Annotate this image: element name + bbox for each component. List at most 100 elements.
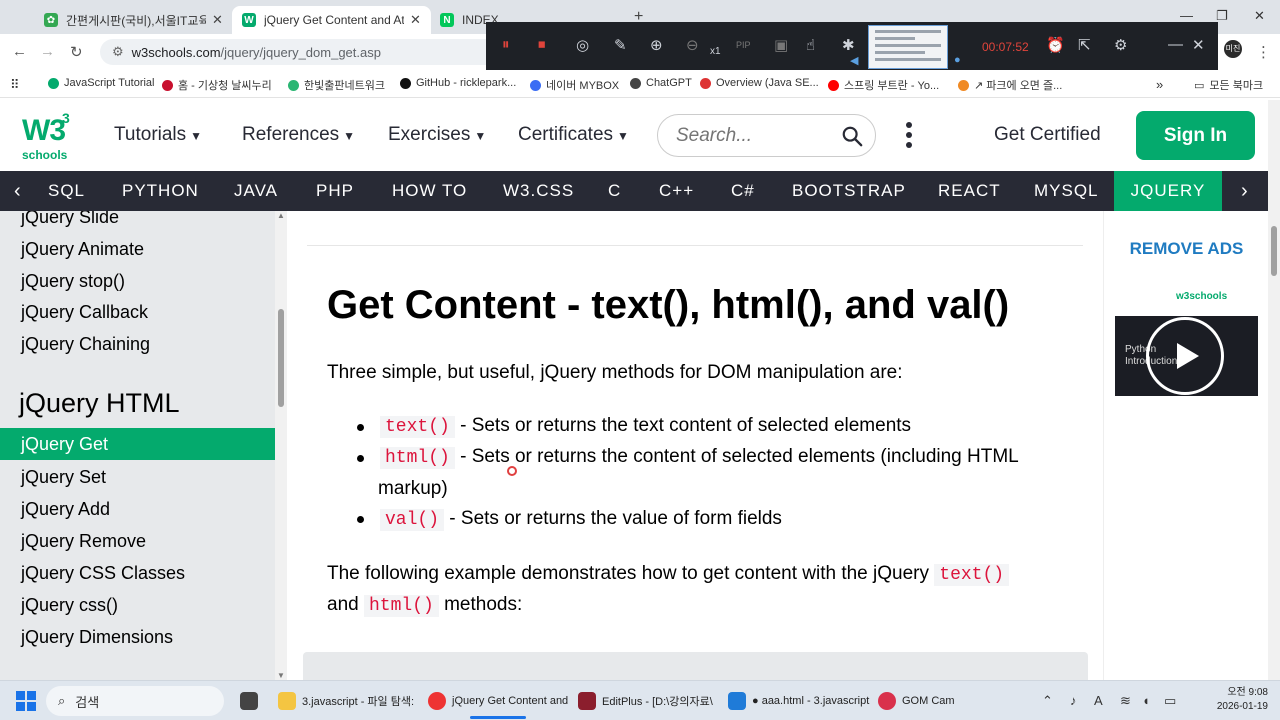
sidebar-item-dimensions[interactable]: jQuery Dimensions bbox=[21, 627, 173, 648]
taskbar-clock[interactable]: 오전 9:08 2026-01-19 bbox=[1188, 686, 1268, 714]
bookmark-item[interactable]: 한빛출판네트워크 bbox=[288, 77, 385, 93]
browser-tab[interactable]: ✿ 간편게시판(국비),서울IT교육센 ✕ bbox=[34, 6, 233, 34]
bookmark-item[interactable]: ChatGPT bbox=[630, 77, 692, 89]
get-certified-link[interactable]: Get Certified bbox=[994, 124, 1101, 146]
lang-mysql[interactable]: MYSQL bbox=[1034, 171, 1099, 211]
speaker-icon[interactable]: ◀ bbox=[850, 54, 858, 67]
sidebar-item-css[interactable]: jQuery css() bbox=[21, 595, 118, 616]
scrollbar-thumb[interactable] bbox=[1271, 226, 1277, 276]
bookmark-item[interactable]: 홈 - 기상청 날씨누리 bbox=[162, 77, 272, 93]
page-scrollbar[interactable] bbox=[1268, 100, 1280, 680]
sidebar-item-animate[interactable]: jQuery Animate bbox=[21, 239, 144, 260]
bookmark-item[interactable]: GitHub - ricklepark... bbox=[400, 77, 516, 89]
settings-icon[interactable]: ⚙ bbox=[1114, 36, 1127, 54]
browser-menu-icon[interactable]: ⋮ bbox=[1256, 43, 1271, 61]
profile-avatar[interactable]: 미진 bbox=[1224, 40, 1242, 58]
sidebar-item-set[interactable]: jQuery Set bbox=[21, 467, 106, 488]
menu-tutorials[interactable]: Tutorials ▼ bbox=[114, 124, 202, 146]
click-effect-icon[interactable]: ☝ bbox=[806, 36, 815, 54]
sidebar-item-slide[interactable]: jQuery Slide bbox=[21, 211, 119, 228]
browser-tab-active[interactable]: W jQuery Get Content and Attrib ✕ bbox=[232, 6, 431, 34]
lang-csharp[interactable]: C# bbox=[731, 171, 755, 211]
taskbar-search[interactable]: ⌕ 검색 bbox=[46, 686, 224, 716]
lang-jquery[interactable]: JQUERY bbox=[1114, 171, 1222, 211]
taskbar-app-gomcam[interactable]: GOM Cam bbox=[878, 681, 955, 720]
screenshot-icon[interactable]: ◎ bbox=[576, 36, 589, 54]
remove-ads-link[interactable]: REMOVE ADS bbox=[1104, 239, 1269, 259]
sign-in-button[interactable]: Sign In bbox=[1136, 111, 1255, 160]
menu-references[interactable]: References ▼ bbox=[242, 124, 355, 146]
taskbar-app-editplus[interactable]: EditPlus - [D:\강의자료\ bbox=[578, 681, 713, 720]
site-info-icon[interactable]: ⚙ bbox=[112, 44, 124, 60]
stop-record-icon[interactable]: ⏹ bbox=[538, 36, 546, 53]
lang-c[interactable]: C bbox=[608, 171, 621, 211]
lang-react[interactable]: REACT bbox=[938, 171, 1001, 211]
menu-certificates[interactable]: Certificates ▼ bbox=[518, 124, 629, 146]
more-options-icon[interactable] bbox=[904, 122, 914, 148]
bookmark-item[interactable]: JavaScript Tutorial bbox=[48, 77, 154, 89]
search-icon[interactable] bbox=[841, 125, 863, 147]
sidebar-item-css-classes[interactable]: jQuery CSS Classes bbox=[21, 563, 185, 584]
bookmark-item[interactable]: Overview (Java SE... bbox=[700, 77, 819, 89]
w3schools-logo[interactable]: W3 3 schools bbox=[22, 110, 74, 162]
close-tab-icon[interactable]: ✕ bbox=[212, 12, 223, 28]
bookmark-item[interactable]: 스프링 부트란 - Yo... bbox=[828, 77, 939, 93]
sidebar-item-get[interactable]: jQuery Get bbox=[0, 428, 275, 460]
close-tab-icon[interactable]: ✕ bbox=[410, 12, 421, 28]
sidebar-item-chaining[interactable]: jQuery Chaining bbox=[21, 334, 150, 355]
bookmark-item[interactable]: ↗ 파크에 오면 즐... bbox=[958, 77, 1062, 93]
scroll-left-icon[interactable]: ‹ bbox=[14, 171, 21, 211]
minimize-window-icon[interactable]: — bbox=[1180, 8, 1193, 23]
scroll-right-icon[interactable]: › bbox=[1241, 171, 1248, 211]
close-recorder-icon[interactable]: ✕ bbox=[1192, 36, 1205, 54]
close-window-icon[interactable]: ✕ bbox=[1254, 8, 1265, 24]
scrollbar-thumb[interactable] bbox=[278, 309, 284, 407]
wifi-icon[interactable]: ≋ bbox=[1120, 693, 1131, 709]
ad-video[interactable]: Python Introduction bbox=[1115, 316, 1258, 396]
taskbar-app-vscode[interactable]: ● aaa.html - 3.javascript bbox=[728, 681, 869, 720]
sidebar-item-add[interactable]: jQuery Add bbox=[21, 499, 110, 520]
lang-python[interactable]: PYTHON bbox=[122, 171, 199, 211]
search-input[interactable] bbox=[676, 125, 836, 147]
task-view-icon[interactable] bbox=[240, 681, 264, 720]
ime-icon[interactable]: A bbox=[1094, 693, 1103, 708]
back-icon[interactable]: ← bbox=[12, 43, 27, 60]
zoom-out-icon[interactable]: ⊖ bbox=[686, 36, 699, 54]
lang-sql[interactable]: SQL bbox=[48, 171, 85, 211]
all-bookmarks-folder[interactable]: ▭ 모든 북마크 bbox=[1194, 77, 1263, 93]
lang-java[interactable]: JAVA bbox=[234, 171, 278, 211]
pip-label[interactable]: PIP bbox=[736, 40, 751, 50]
taskbar-app-chrome[interactable]: jQuery Get Content and bbox=[428, 681, 568, 720]
lang-bootstrap[interactable]: BOOTSTRAP bbox=[792, 171, 906, 211]
bookmark-item[interactable]: 네이버 MYBOX bbox=[530, 77, 619, 93]
microphone-tray-icon[interactable]: ♪ bbox=[1070, 693, 1077, 708]
minimize-recorder-icon[interactable]: — bbox=[1168, 36, 1183, 53]
sidebar-scrollbar[interactable]: ▲ ▼ bbox=[275, 211, 287, 680]
scroll-up-icon[interactable]: ▲ bbox=[277, 211, 285, 220]
play-icon[interactable] bbox=[1146, 317, 1224, 395]
reload-icon[interactable]: ↻ bbox=[70, 43, 83, 61]
battery-icon[interactable]: ▭ bbox=[1164, 693, 1176, 709]
address-bar[interactable]: ⚙ w3schools.com /jquery/jquery_dom_get.a… bbox=[100, 39, 520, 65]
cursor-effect-icon[interactable]: ✱ bbox=[842, 36, 855, 54]
sidebar-item-stop[interactable]: jQuery stop() bbox=[21, 271, 125, 292]
alarm-icon[interactable]: ⏰ bbox=[1046, 36, 1065, 54]
sidebar-item-remove[interactable]: jQuery Remove bbox=[21, 531, 146, 552]
volume-icon[interactable]: ◖ bbox=[1142, 693, 1150, 708]
tray-overflow-icon[interactable]: ⌃ bbox=[1042, 693, 1053, 709]
more-bookmarks-icon[interactable]: » bbox=[1156, 77, 1163, 92]
forward-icon[interactable]: → bbox=[40, 43, 55, 60]
lang-php[interactable]: PHP bbox=[316, 171, 354, 211]
pause-record-icon[interactable]: ⏸ bbox=[502, 36, 510, 53]
microphone-icon[interactable]: ● bbox=[954, 54, 961, 66]
lang-w3css[interactable]: W3.CSS bbox=[503, 171, 574, 211]
menu-exercises[interactable]: Exercises ▼ bbox=[388, 124, 486, 146]
export-icon[interactable]: ⇱ bbox=[1078, 36, 1091, 54]
webcam-icon[interactable]: ▣ bbox=[774, 36, 788, 54]
apps-icon[interactable]: ⠿ bbox=[10, 77, 20, 93]
lang-cpp[interactable]: C++ bbox=[659, 171, 694, 211]
taskbar-app-explorer[interactable]: 3.javascript - 파일 탐색: bbox=[278, 681, 414, 720]
sidebar-item-callback[interactable]: jQuery Callback bbox=[21, 302, 148, 323]
scroll-down-icon[interactable]: ▼ bbox=[277, 671, 285, 680]
lang-howto[interactable]: HOW TO bbox=[392, 171, 467, 211]
